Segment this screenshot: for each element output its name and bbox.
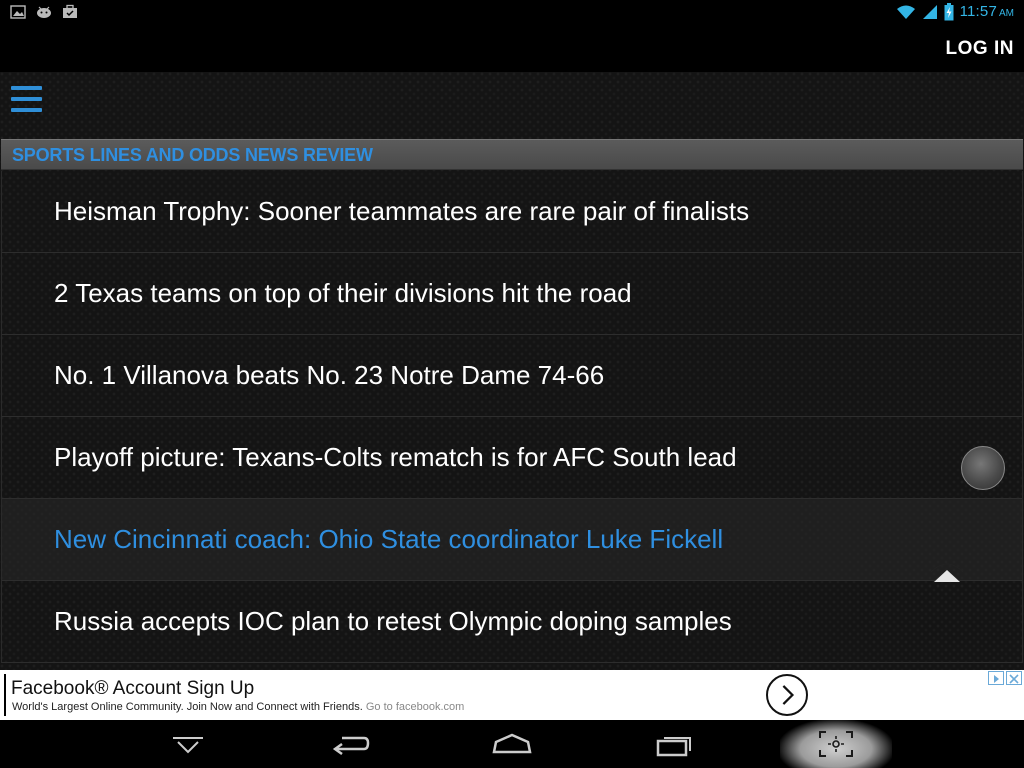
section-header: SPORTS LINES AND ODDS NEWS REVIEW <box>1 139 1023 170</box>
status-time: 11:57 AM <box>960 3 1014 21</box>
news-item[interactable]: 2 Texas teams on top of their divisions … <box>1 253 1023 335</box>
news-title: New Cincinnati coach: Ohio State coordin… <box>54 524 724 554</box>
signal-icon <box>922 5 937 19</box>
ad-arrow-icon[interactable] <box>766 674 808 716</box>
news-title: Russia accepts IOC plan to retest Olympi… <box>54 606 732 636</box>
ad-link[interactable]: Go to facebook.com <box>366 701 464 713</box>
news-title: 2 Texas teams on top of their divisions … <box>54 278 632 308</box>
wifi-icon <box>896 5 915 19</box>
navigation-bar <box>0 720 1024 768</box>
ad-choices-icon[interactable] <box>988 671 1022 685</box>
news-item[interactable]: Heisman Trophy: Sooner teammates are rar… <box>1 171 1023 253</box>
scroll-to-top-icon[interactable] <box>929 558 965 594</box>
status-notifications <box>10 4 78 20</box>
ad-description: World's Largest Online Community. Join N… <box>12 701 464 713</box>
floating-action-button[interactable] <box>961 446 1005 490</box>
news-item[interactable]: Russia accepts IOC plan to retest Olympi… <box>1 581 1023 663</box>
recent-apps-icon[interactable] <box>644 726 704 762</box>
screenshot-button[interactable] <box>780 720 892 768</box>
back-icon[interactable] <box>320 726 380 762</box>
time-text: 11:57 <box>959 3 997 20</box>
login-button[interactable]: LOG IN <box>946 38 1014 60</box>
ad-banner[interactable]: Facebook® Account Sign Up World's Larges… <box>0 670 1024 720</box>
ad-title: Facebook® Account Sign Up <box>11 678 255 699</box>
news-item-selected[interactable]: New Cincinnati coach: Ohio State coordin… <box>1 499 1023 581</box>
news-item[interactable]: Playoff picture: Texans-Colts rematch is… <box>1 417 1023 499</box>
android-icon <box>37 6 51 18</box>
ad-description-text: World's Largest Online Community. Join N… <box>12 701 363 713</box>
briefcase-icon <box>63 4 77 18</box>
home-icon[interactable] <box>482 726 542 762</box>
news-item[interactable]: No. 1 Villanova beats No. 23 Notre Dame … <box>1 335 1023 417</box>
main-content: SPORTS LINES AND ODDS NEWS REVIEW Heisma… <box>0 72 1024 670</box>
status-bar: 11:57 AM <box>0 0 1024 26</box>
news-title: No. 1 Villanova beats No. 23 Notre Dame … <box>54 360 605 390</box>
status-system: 11:57 AM <box>896 3 1014 21</box>
image-icon <box>10 5 26 19</box>
battery-charging-icon <box>944 3 954 21</box>
hide-keyboard-icon[interactable] <box>158 726 218 762</box>
section-title: SPORTS LINES AND ODDS NEWS REVIEW <box>12 145 373 165</box>
news-list: Heisman Trophy: Sooner teammates are rar… <box>1 171 1023 663</box>
screenshot-icon <box>819 731 853 757</box>
ad-divider <box>4 674 6 716</box>
ampm-text: AM <box>999 8 1014 19</box>
news-title: Playoff picture: Texans-Colts rematch is… <box>54 442 737 472</box>
action-bar: LOG IN <box>0 26 1024 72</box>
hamburger-menu-icon[interactable] <box>11 86 43 114</box>
news-title: Heisman Trophy: Sooner teammates are rar… <box>54 196 750 226</box>
